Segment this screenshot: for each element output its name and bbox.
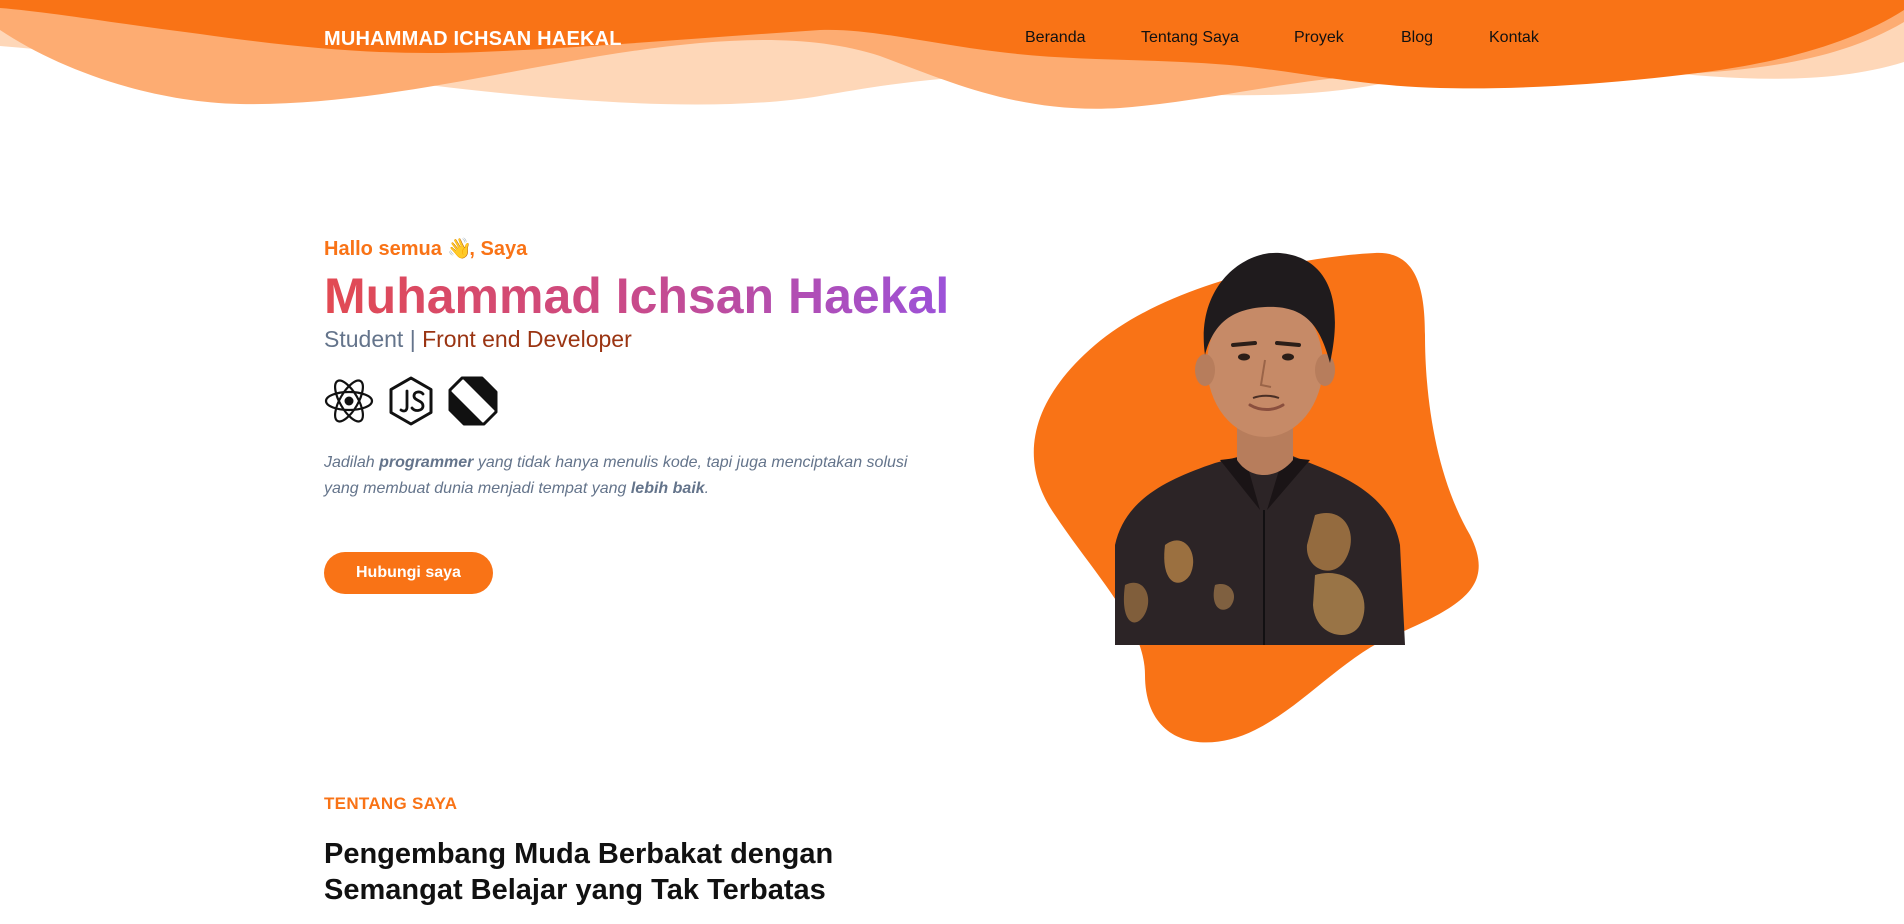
greeting-suffix: , Saya [469,238,528,260]
brand-logo-text[interactable]: MUHAMMAD ICHSAN HAEKAL [324,28,622,51]
profile-photo [1033,252,1479,743]
hero-name: Muhammad Ichsan Haekal [324,268,964,324]
role-primary: Student [324,326,404,352]
nav-link-tentang-saya[interactable]: Tentang Saya [1141,29,1239,47]
role-secondary: Front end Developer [422,326,632,352]
tech-stack-icons [324,376,964,426]
nav-link-beranda[interactable]: Beranda [1025,29,1086,47]
quote-bold-lebih-baik: lebih baik [630,480,705,497]
contact-me-button[interactable]: Hubungi saya [324,552,493,594]
greeting-text: Hallo semua [324,238,442,260]
react-icon [324,379,374,423]
dart-icon [448,376,498,426]
hero-roles: Student | Front end Developer [324,324,964,354]
hero-quote: Jadilah programmer yang tidak hanya menu… [324,454,908,497]
role-separator: | [409,326,416,352]
nav-link-blog[interactable]: Blog [1401,29,1433,47]
nav-link-kontak[interactable]: Kontak [1489,29,1539,47]
quote-bold-programmer: programmer [379,454,474,471]
nodejs-icon [389,376,433,426]
hero-greeting: Hallo semua 👋, Saya [324,236,964,264]
about-title: Pengembang Muda Berbakat dengan Semangat… [324,838,834,906]
waving-hand-icon: 👋 [447,238,473,260]
nav-link-proyek[interactable]: Proyek [1294,29,1344,47]
navbar: MUHAMMAD ICHSAN HAEKAL Beranda Tentang S… [0,0,1904,80]
about-eyebrow: TENTANG SAYA [324,794,458,813]
hero-portrait [1015,245,1485,745]
hero-section: Hallo semua 👋, Saya Muhammad Ichsan Haek… [324,236,964,594]
